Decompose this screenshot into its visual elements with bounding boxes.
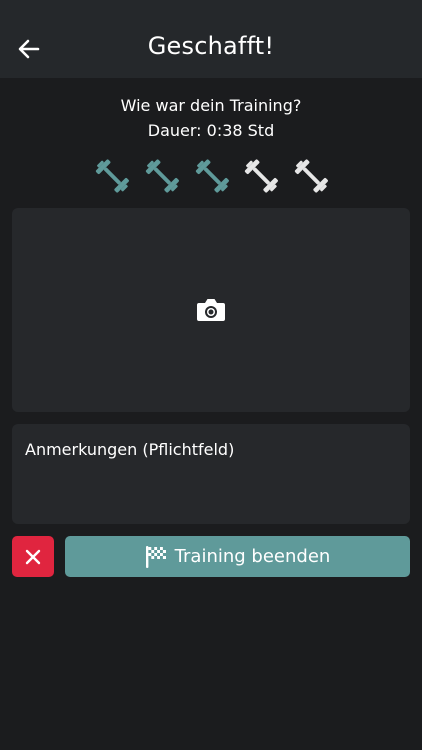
- finish-training-button[interactable]: Training beenden: [65, 536, 410, 577]
- page-title: Geschafft!: [147, 32, 275, 60]
- notes-placeholder: Anmerkungen (Pflichtfeld): [25, 440, 235, 459]
- checkered-flag-icon: [145, 545, 166, 568]
- finish-training-label: Training beenden: [174, 546, 331, 567]
- training-duration: Dauer: 0:38 Std: [147, 121, 275, 140]
- dumbbell-icon[interactable]: [194, 156, 231, 196]
- dumbbell-icon[interactable]: [243, 156, 280, 196]
- app-header: Geschafft!: [0, 0, 422, 78]
- dumbbell-icon[interactable]: [144, 156, 181, 196]
- notes-field[interactable]: Anmerkungen (Pflichtfeld): [12, 424, 410, 524]
- dumbbell-icon[interactable]: [293, 156, 330, 196]
- training-question: Wie war dein Training?: [120, 96, 302, 115]
- camera-icon: [197, 299, 225, 321]
- close-icon: [25, 549, 41, 564]
- photo-upload-area[interactable]: [12, 208, 410, 412]
- cancel-button[interactable]: [12, 536, 54, 577]
- rating-dumbbells: [94, 156, 330, 196]
- dumbbell-icon[interactable]: [94, 156, 131, 196]
